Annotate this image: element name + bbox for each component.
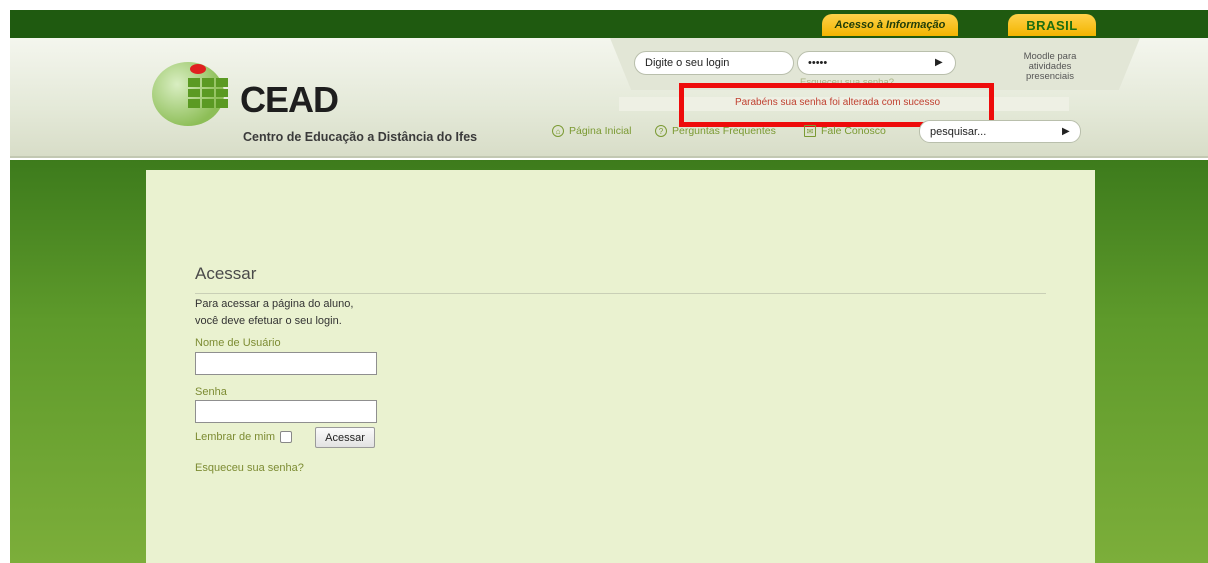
- red-dot-icon: [190, 64, 206, 74]
- intro-line-1: Para acessar a página do aluno,: [195, 298, 354, 310]
- top-password-input[interactable]: •••••: [797, 51, 956, 75]
- login-submit-arrow-icon[interactable]: ▶: [935, 57, 943, 68]
- nav-home[interactable]: ⌂ Página Inicial: [552, 125, 631, 137]
- page-title: Acessar: [195, 264, 257, 283]
- search-input[interactable]: pesquisar...: [919, 120, 1081, 143]
- forgot-password-link[interactable]: Esqueceu sua senha?: [195, 462, 304, 474]
- home-icon: ⌂: [552, 125, 564, 137]
- brand-subtitle: Centro de Educação a Distância do Ifes: [243, 130, 478, 144]
- login-intro: Para acessar a página do aluno, você dev…: [195, 296, 353, 330]
- nav-faq-label: Perguntas Frequentes: [672, 125, 776, 137]
- nav-contact-label: Fale Conosco: [821, 125, 886, 137]
- access-info-link[interactable]: Acesso à Informação: [822, 14, 958, 36]
- brand-name[interactable]: CEAD: [240, 79, 339, 121]
- login-button[interactable]: Acessar: [315, 427, 375, 448]
- brasil-link[interactable]: BRASIL: [1008, 14, 1096, 36]
- government-bar: Acesso à Informação BRASIL: [10, 10, 1208, 38]
- password-field[interactable]: [195, 400, 377, 423]
- cead-logo[interactable]: [152, 62, 232, 126]
- nav-faq[interactable]: ? Perguntas Frequentes: [655, 125, 776, 137]
- moodle-link[interactable]: Moodle para atividades presenciais: [1010, 52, 1090, 82]
- remember-me: Lembrar de mim: [195, 431, 293, 443]
- nav-home-label: Página Inicial: [569, 125, 632, 137]
- ifes-grid-icon: [188, 78, 228, 108]
- search-submit-arrow-icon[interactable]: ▶: [1062, 126, 1070, 137]
- question-icon: ?: [655, 125, 667, 137]
- username-field[interactable]: [195, 352, 377, 375]
- intro-line-2: você deve efetuar o seu login.: [195, 315, 342, 327]
- remember-me-checkbox[interactable]: [280, 431, 293, 443]
- title-divider: [195, 293, 1046, 294]
- envelope-icon: ✉: [804, 125, 816, 137]
- nav-contact[interactable]: ✉ Fale Conosco: [804, 125, 886, 137]
- remember-me-label: Lembrar de mim: [195, 431, 276, 443]
- username-label: Nome de Usuário: [195, 337, 281, 349]
- password-label: Senha: [195, 386, 227, 398]
- top-username-input[interactable]: Digite o seu login: [634, 51, 794, 75]
